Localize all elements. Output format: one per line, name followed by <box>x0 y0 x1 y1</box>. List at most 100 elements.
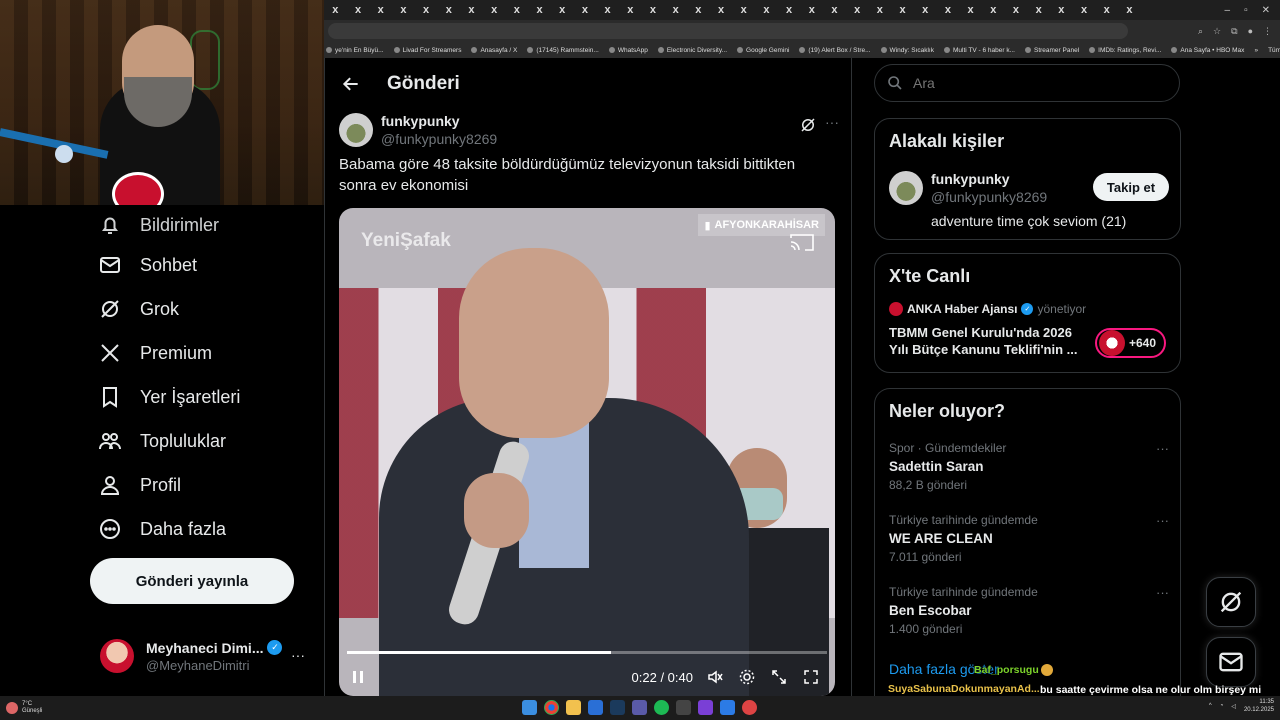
bookmarks-overflow-icon[interactable]: » <box>1254 47 1258 54</box>
tab-close-icon[interactable]: x <box>664 4 687 16</box>
trend-more-icon[interactable]: ··· <box>1156 441 1169 456</box>
tab-close-icon[interactable]: x <box>732 4 755 16</box>
search-box[interactable] <box>874 64 1180 102</box>
star-icon[interactable]: ☆ <box>1213 26 1221 37</box>
tab-close-icon[interactable]: x <box>800 4 823 16</box>
app-icon[interactable] <box>742 700 757 715</box>
tab-close-icon[interactable]: x <box>551 4 574 16</box>
tab-close-icon[interactable]: x <box>891 4 914 16</box>
author-name[interactable]: funkypunky <box>381 113 497 129</box>
chrome-icon[interactable] <box>544 700 559 715</box>
profile-icon[interactable]: ● <box>1248 26 1253 37</box>
clock[interactable]: 11:35 20.12.2025 <box>1244 698 1274 714</box>
settings-icon[interactable] <box>739 669 755 685</box>
picture-in-picture-icon[interactable] <box>771 669 787 685</box>
tab-close-icon[interactable]: x <box>1050 4 1073 16</box>
tab-close-icon[interactable]: x <box>437 4 460 16</box>
tab-close-icon[interactable]: x <box>324 4 347 16</box>
tab-close-icon[interactable]: x <box>869 4 892 16</box>
app-icon[interactable] <box>632 700 647 715</box>
tab-close-icon[interactable]: x <box>1005 4 1028 16</box>
live-title[interactable]: TBMM Genel Kurulu'nda 2026 Yılı Bütçe Ka… <box>889 324 1089 358</box>
bookmark-item[interactable]: Electronic Diversity... <box>657 47 727 54</box>
tab-close-icon[interactable]: x <box>914 4 937 16</box>
trend-more-icon[interactable]: ··· <box>1156 585 1169 600</box>
bookmark-item[interactable]: WhatsApp <box>608 47 648 54</box>
trend-more-icon[interactable]: ··· <box>1156 513 1169 528</box>
nav-bookmarks[interactable]: Yer İşaretleri <box>98 382 240 412</box>
tab-close-icon[interactable]: x <box>710 4 733 16</box>
post-button[interactable]: Gönderi yayınla <box>90 558 294 604</box>
pause-icon[interactable] <box>351 670 365 684</box>
bookmark-item[interactable]: Streamer Panel <box>1024 47 1079 54</box>
tray-chevron-icon[interactable]: ^ <box>1209 703 1212 709</box>
weather-widget[interactable]: 7°C Güneşli <box>6 701 42 715</box>
live-on-x-card[interactable]: X'te Canlı ANKA Haber Ajansı ✓ yönetiyor… <box>874 253 1181 373</box>
bookmark-item[interactable]: Ana Sayfa • HBO Max <box>1171 47 1244 54</box>
tab-close-icon[interactable]: x <box>506 4 529 16</box>
app-icon[interactable] <box>720 700 735 715</box>
tab-close-icon[interactable]: x <box>483 4 506 16</box>
tab-close-icon[interactable]: x <box>392 4 415 16</box>
search-input[interactable] <box>913 75 1153 91</box>
author-handle[interactable]: @funkypunky8269 <box>381 131 497 147</box>
nav-premium[interactable]: Premium <box>98 338 212 368</box>
tab-close-icon[interactable]: x <box>574 4 597 16</box>
nav-profile[interactable]: Profil <box>98 470 181 500</box>
network-icon[interactable]: ◔ <box>1220 703 1224 709</box>
tab-close-icon[interactable]: x <box>460 4 483 16</box>
tab-close-icon[interactable]: x <box>642 4 665 16</box>
video-progress-bar[interactable] <box>347 651 827 654</box>
bookmark-item[interactable]: Multi TV - 6 haber k... <box>943 47 1015 54</box>
bookmark-item[interactable]: Windy: Sıcaklık <box>880 47 934 54</box>
tab-close-icon[interactable]: x <box>823 4 846 16</box>
spotify-icon[interactable] <box>654 700 669 715</box>
fullscreen-icon[interactable] <box>803 669 819 685</box>
trend-item[interactable]: Türkiye tarihinde gündemde WE ARE CLEAN … <box>889 513 1169 564</box>
tab-close-icon[interactable]: x <box>1073 4 1096 16</box>
related-person[interactable]: funkypunky @funkypunky8269 adventure tim… <box>889 171 1169 229</box>
close-window-icon[interactable]: ✕ <box>1262 5 1270 16</box>
live-listeners-badge[interactable]: +640 <box>1094 328 1166 358</box>
steam-icon[interactable] <box>610 700 625 715</box>
restore-icon[interactable]: ▫ <box>1244 5 1248 16</box>
post-more-icon[interactable]: ··· <box>825 114 839 130</box>
bookmark-item[interactable]: IMDb: Ratings, Revi... <box>1089 47 1161 54</box>
tab-close-icon[interactable]: x <box>778 4 801 16</box>
bookmark-item[interactable]: Google Gemini <box>737 47 789 54</box>
tab-close-icon[interactable]: x <box>347 4 370 16</box>
grok-explain-icon[interactable] <box>799 116 817 134</box>
minimize-icon[interactable]: – <box>1225 5 1231 16</box>
volume-icon[interactable]: ◁ <box>1231 703 1236 710</box>
account-more-icon[interactable]: ··· <box>291 647 305 663</box>
bookmark-item[interactable]: Livad For Streamers <box>393 47 461 54</box>
tab-close-icon[interactable]: x <box>528 4 551 16</box>
tab-close-icon[interactable]: x <box>1027 4 1050 16</box>
trend-item[interactable]: Türkiye tarihinde gündemde Ben Escobar 1… <box>889 585 1169 636</box>
grok-fab-button[interactable] <box>1206 577 1256 627</box>
bookmark-item[interactable]: (17145) Rammstein... <box>527 47 599 54</box>
address-bar[interactable] <box>328 23 1128 39</box>
app-icon[interactable] <box>588 700 603 715</box>
zoom-icon[interactable]: ⌕ <box>1198 26 1203 37</box>
back-arrow-icon[interactable] <box>341 74 361 94</box>
video-player[interactable]: YeniŞafak ▮ AFYONKARAHİSAR 0:22 / 0:40 <box>339 208 835 696</box>
tab-close-icon[interactable]: x <box>755 4 778 16</box>
bookmark-item[interactable]: ye'nin En Büyü... <box>326 47 384 54</box>
app-icon[interactable] <box>698 700 713 715</box>
all-bookmarks-button[interactable]: Tüm Yer İşaretleri <box>1268 47 1280 54</box>
volume-icon[interactable] <box>707 669 723 685</box>
tab-close-icon[interactable]: x <box>596 4 619 16</box>
cast-icon[interactable] <box>789 232 815 252</box>
tab-close-icon[interactable]: x <box>982 4 1005 16</box>
account-switcher[interactable]: Meyhaneci Dimi... ✓ @MeyhaneDimitri ··· <box>100 633 315 679</box>
nav-communities[interactable]: Topluluklar <box>98 426 226 456</box>
app-icon[interactable] <box>676 700 691 715</box>
tab-close-icon[interactable]: x <box>1095 4 1118 16</box>
tab-close-icon[interactable]: x <box>937 4 960 16</box>
nav-chat[interactable]: Sohbet <box>98 250 197 280</box>
nav-notifications[interactable]: Bildirimler <box>98 210 219 240</box>
follow-button[interactable]: Takip et <box>1093 173 1169 201</box>
tab-close-icon[interactable]: x <box>369 4 392 16</box>
tab-close-icon[interactable]: x <box>959 4 982 16</box>
